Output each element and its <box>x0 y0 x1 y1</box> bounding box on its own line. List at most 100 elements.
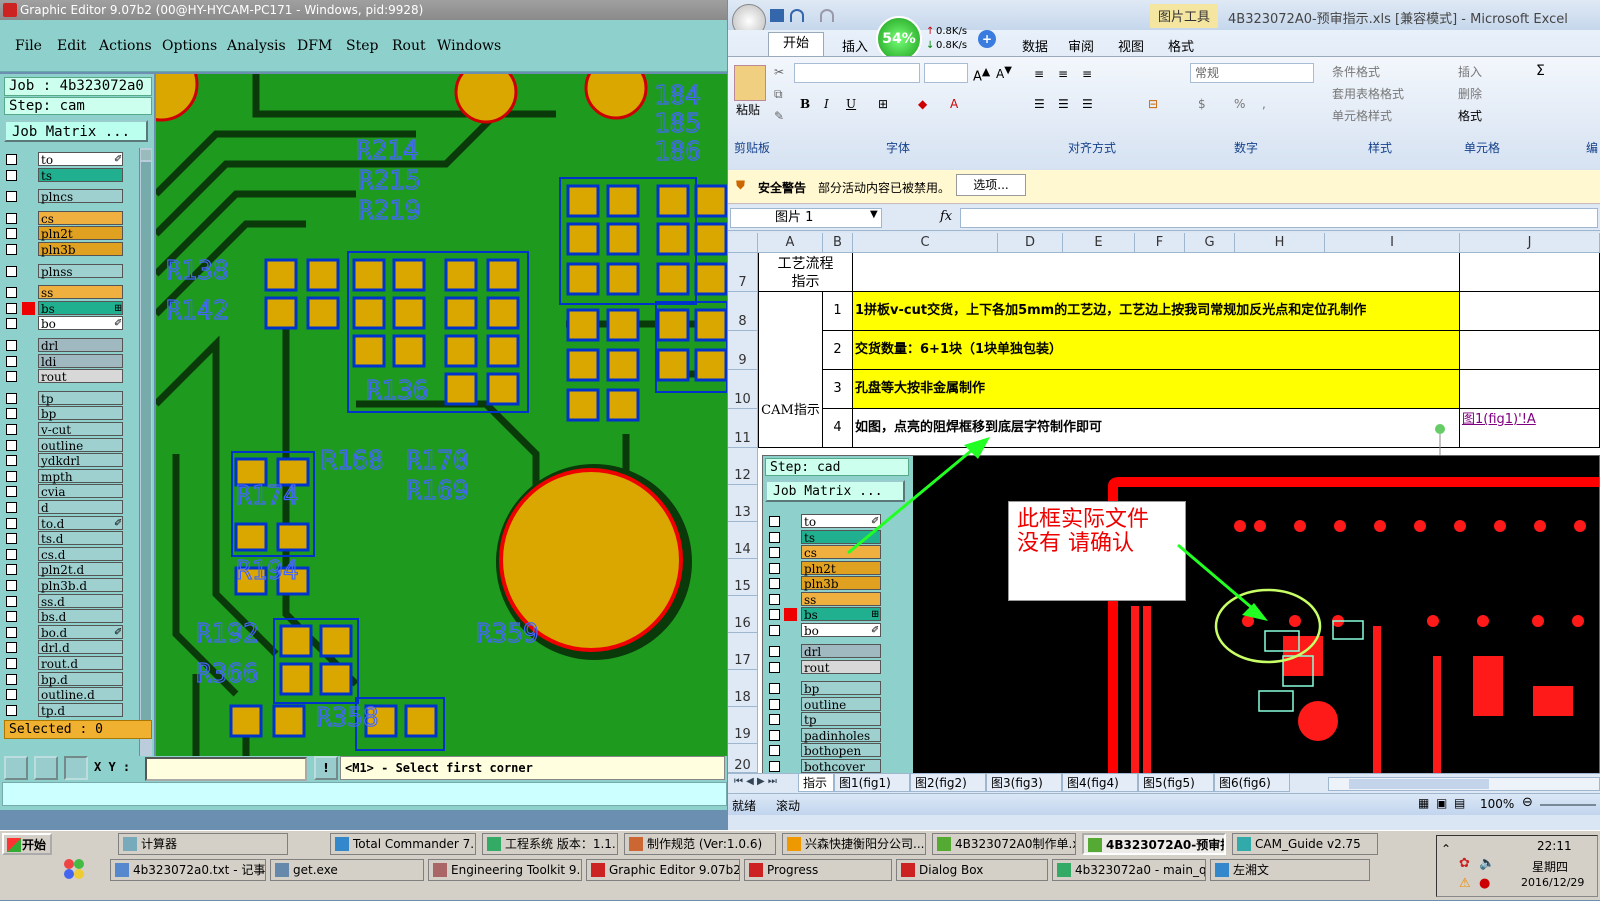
h-scroll-thumb[interactable] <box>1349 779 1489 789</box>
shrink-font-icon[interactable]: A▼ <box>996 65 1012 81</box>
item-number[interactable]: 1 <box>823 292 853 331</box>
sheet-tab[interactable]: 图5(fig5) <box>1138 774 1214 792</box>
save-icon[interactable] <box>770 9 784 22</box>
menu-dfm[interactable]: DFM <box>297 38 332 54</box>
cell-c7[interactable] <box>853 253 1460 292</box>
layer-row[interactable]: pln2t <box>6 226 146 241</box>
table-format-button[interactable]: 套用表格格式 <box>1332 85 1404 102</box>
layer-name[interactable]: pln3b <box>38 242 123 257</box>
hyperlink-cell[interactable]: 图1(fig1)'!A <box>1460 409 1600 448</box>
worksheet-grid[interactable]: A B C D E F G H I J 7 8 9 10 11 12 13 14… <box>728 233 1600 773</box>
layer-checkbox[interactable] <box>6 673 17 685</box>
layer-name[interactable]: bs.d <box>38 609 123 624</box>
layer-row[interactable]: pln3b.d <box>6 578 146 593</box>
layer-name[interactable]: drl <box>38 338 123 353</box>
layer-name[interactable]: ts <box>38 167 123 183</box>
paste-icon[interactable] <box>734 65 766 101</box>
undo-icon[interactable] <box>790 9 804 22</box>
layer-checkbox[interactable] <box>6 287 17 299</box>
layer-name[interactable]: bp.d <box>38 671 123 687</box>
font-name-combo[interactable] <box>794 63 920 83</box>
layer-checkbox[interactable] <box>6 595 17 607</box>
tray-ime-icon[interactable]: ✿ <box>1459 856 1470 871</box>
layer-checkbox[interactable] <box>6 533 17 545</box>
measure-icon[interactable] <box>34 756 58 780</box>
layer-name[interactable]: bs <box>38 300 123 316</box>
layer-scrollbar[interactable] <box>139 148 152 790</box>
column-header[interactable]: C <box>853 233 998 253</box>
align-middle-icon[interactable]: ≡ <box>1058 67 1068 81</box>
row-header[interactable]: 16 <box>728 596 758 633</box>
fill-color-icon[interactable]: ◆ <box>918 97 927 111</box>
layer-row[interactable]: cs <box>6 210 146 226</box>
column-header[interactable]: G <box>1185 233 1235 253</box>
grow-font-icon[interactable]: A▲ <box>973 65 990 84</box>
tray-volume-icon[interactable]: 🔈 <box>1479 856 1495 871</box>
formula-input[interactable] <box>960 208 1598 228</box>
layer-name[interactable]: tp <box>38 390 123 406</box>
align-center-icon[interactable]: ☰ <box>1058 97 1069 111</box>
cell-j10[interactable] <box>1460 370 1600 409</box>
item-text[interactable]: 交货数量：6+1块（1块单独包装） <box>853 331 1460 370</box>
taskbar-button[interactable]: Engineering Toolkit 9.07... <box>428 859 582 881</box>
cell-j9[interactable] <box>1460 331 1600 370</box>
tab-view[interactable]: 视图 <box>1118 36 1144 55</box>
item-text[interactable]: 1拼板v-cut交货，上下各加5mm的工艺边，工艺边上按我司常规加反光点和定位孔… <box>853 292 1460 331</box>
cam-label-cell[interactable]: CAM指示 <box>758 292 823 448</box>
layer-row[interactable]: plnss <box>6 263 146 279</box>
row-header[interactable]: 10 <box>728 370 758 409</box>
item-text[interactable]: 孔盘等大按非金属制作 <box>853 370 1460 409</box>
tab-format[interactable]: 格式 <box>1168 36 1194 55</box>
scroll-thumb[interactable] <box>141 162 151 722</box>
layer-name[interactable]: rout <box>38 369 123 384</box>
grid-icon[interactable] <box>64 756 88 780</box>
row-header[interactable]: 19 <box>728 707 758 744</box>
layer-row[interactable]: outline.d <box>6 687 146 702</box>
sheet-tab[interactable]: 指示 <box>798 774 834 792</box>
layer-name[interactable]: plncs <box>38 189 123 204</box>
layer-checkbox[interactable] <box>6 658 17 669</box>
sheet-tab[interactable]: 图2(fig2) <box>910 774 986 792</box>
column-header[interactable]: F <box>1135 233 1185 253</box>
tray-chevron-icon[interactable]: ⌃ <box>1441 842 1451 856</box>
cell-styles-button[interactable]: 单元格样式 <box>1332 107 1392 124</box>
menu-file[interactable]: File <box>15 38 42 54</box>
align-left-icon[interactable]: ☰ <box>1034 97 1045 111</box>
currency-icon[interactable]: $ <box>1198 97 1206 111</box>
column-header[interactable]: H <box>1235 233 1325 253</box>
menu-edit[interactable]: Edit <box>57 38 86 54</box>
layer-row[interactable]: to.d ✐ <box>6 515 146 531</box>
row-header[interactable]: 7 <box>728 253 758 292</box>
row-header[interactable]: 8 <box>728 292 758 331</box>
tray-app-icon[interactable]: ● <box>1479 876 1490 891</box>
layer-row[interactable]: bo.d ✐ <box>6 624 146 640</box>
layer-checkbox[interactable] <box>6 455 17 467</box>
column-header[interactable]: I <box>1325 233 1460 253</box>
scroll-up-arrow-icon[interactable] <box>141 150 151 160</box>
layer-checkbox[interactable] <box>6 470 17 482</box>
layer-checkbox[interactable] <box>6 392 17 404</box>
row-header[interactable]: 20 <box>728 744 758 773</box>
layer-name[interactable]: pln3b.d <box>38 578 123 593</box>
cell-j8[interactable] <box>1460 292 1600 331</box>
layer-checkbox[interactable] <box>6 642 17 654</box>
borders-icon[interactable]: ⊞ <box>878 97 888 111</box>
layer-checkbox[interactable] <box>6 424 17 435</box>
autosum-icon[interactable]: Σ <box>1536 63 1545 79</box>
column-header[interactable]: B <box>823 233 853 253</box>
layer-name[interactable]: rout.d <box>38 656 123 671</box>
layer-name[interactable]: bo.d <box>38 624 123 640</box>
layer-name[interactable]: cs.d <box>38 546 123 562</box>
excel-titlebar[interactable]: 图片工具 4B323072A0-预审指示.xls [兼容模式] - Micros… <box>728 0 1600 38</box>
merge-center-icon[interactable]: ⊟ <box>1148 97 1158 111</box>
layer-row[interactable]: mpth <box>6 468 146 484</box>
layer-name[interactable]: plnss <box>38 263 123 279</box>
layer-checkbox[interactable] <box>6 704 17 716</box>
tab-data[interactable]: 数据 <box>1022 36 1048 55</box>
column-header[interactable]: J <box>1460 233 1600 253</box>
layer-checkbox[interactable] <box>6 689 17 701</box>
row-header[interactable]: 15 <box>728 559 758 596</box>
tab-review[interactable]: 审阅 <box>1068 36 1094 55</box>
tray-warning-icon[interactable]: ⚠ <box>1459 876 1471 891</box>
layer-name[interactable]: to.d <box>38 515 123 531</box>
